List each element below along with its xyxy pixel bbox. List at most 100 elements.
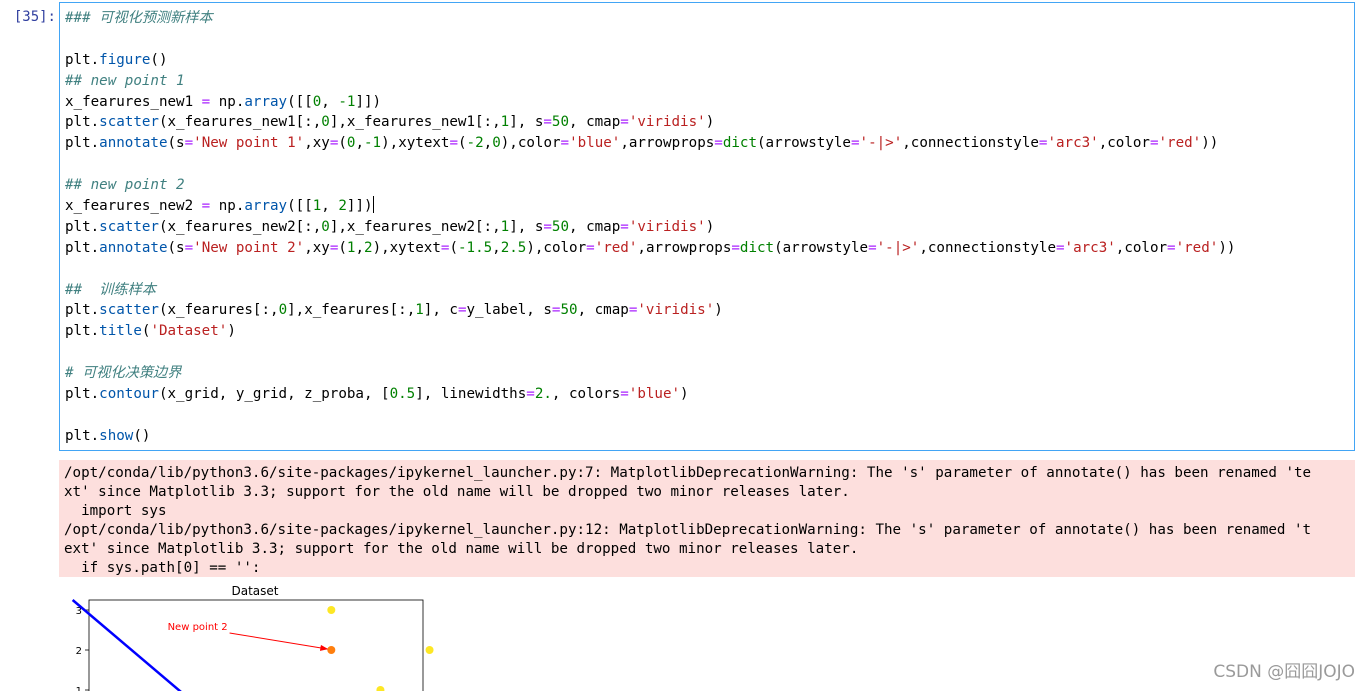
code-token: ],x_fearures_new1[:, bbox=[330, 114, 501, 130]
code-token: = bbox=[620, 114, 629, 130]
code-line[interactable] bbox=[65, 342, 1235, 363]
code-token: (s bbox=[168, 135, 185, 151]
code-token: array bbox=[244, 198, 287, 214]
code-line[interactable]: ### 可视化预测新样本 bbox=[65, 8, 1235, 29]
code-token: , bbox=[355, 240, 364, 256]
code-token: () bbox=[150, 52, 167, 68]
code-token: 'blue' bbox=[569, 135, 620, 151]
code-token: 'New point 2' bbox=[193, 240, 304, 256]
code-line[interactable]: plt.show() bbox=[65, 426, 1235, 447]
code-cell-editor[interactable]: ### 可视化预测新样本 plt.figure()## new point 1x… bbox=[59, 2, 1355, 451]
code-token: y_label, s bbox=[467, 302, 552, 318]
code-line[interactable]: plt.figure() bbox=[65, 50, 1235, 71]
code-line[interactable]: ## new point 2 bbox=[65, 175, 1235, 196]
code-token: -1 bbox=[338, 94, 355, 110]
chart-title: Dataset bbox=[232, 584, 279, 598]
code-line[interactable] bbox=[65, 405, 1235, 426]
code-token: 'Dataset' bbox=[150, 323, 227, 339]
code-token: ,xy bbox=[304, 135, 330, 151]
code-token: 'arc3' bbox=[1047, 135, 1098, 151]
code-line[interactable]: plt.title('Dataset') bbox=[65, 321, 1235, 342]
code-token: 2 bbox=[338, 198, 347, 214]
code-token: (x_fearures[:, bbox=[159, 302, 279, 318]
code-token: = bbox=[714, 135, 723, 151]
code-content[interactable]: ### 可视化预测新样本 plt.figure()## new point 1x… bbox=[65, 8, 1235, 447]
code-token: 2 bbox=[364, 240, 373, 256]
code-token: 0 bbox=[492, 135, 501, 151]
code-line[interactable]: # 可视化决策边界 bbox=[65, 363, 1235, 384]
code-token: = bbox=[185, 135, 194, 151]
code-token: ),xytext bbox=[381, 135, 449, 151]
code-token: (arrowstyle bbox=[757, 135, 851, 151]
code-token: 1 bbox=[415, 302, 424, 318]
stderr-line: if sys.path[0] == '': bbox=[64, 559, 1355, 578]
code-token: = bbox=[561, 135, 570, 151]
code-token: ], s bbox=[509, 114, 543, 130]
code-line[interactable]: ## 训练样本 bbox=[65, 280, 1235, 301]
code-line[interactable]: plt.scatter(x_fearures_new1[:,0],x_fearu… bbox=[65, 112, 1235, 133]
code-token: = bbox=[868, 240, 877, 256]
code-token: 50 bbox=[552, 219, 569, 235]
code-token: ([[ bbox=[287, 94, 313, 110]
code-token: ),color bbox=[526, 240, 586, 256]
code-token: ) bbox=[227, 323, 236, 339]
code-token: annotate bbox=[99, 240, 167, 256]
code-token: ,connectionstyle bbox=[919, 240, 1056, 256]
code-line[interactable]: plt.annotate(s='New point 1',xy=(0,-1),x… bbox=[65, 133, 1235, 154]
code-token: ], c bbox=[424, 302, 458, 318]
code-line[interactable]: plt.contour(x_grid, y_grid, z_proba, [0.… bbox=[65, 384, 1235, 405]
code-line[interactable] bbox=[65, 259, 1235, 280]
code-token: ( bbox=[338, 240, 347, 256]
code-line[interactable] bbox=[65, 29, 1235, 50]
code-token: array bbox=[244, 94, 287, 110]
code-line[interactable]: plt.scatter(x_fearures[:,0],x_fearures[:… bbox=[65, 300, 1235, 321]
code-token: plt. bbox=[65, 240, 99, 256]
code-line[interactable]: plt.scatter(x_fearures_new2[:,0],x_fearu… bbox=[65, 217, 1235, 238]
code-token: 0 bbox=[313, 94, 322, 110]
code-token: ( bbox=[449, 240, 458, 256]
scatter-point bbox=[327, 606, 335, 614]
code-token: = bbox=[202, 94, 211, 110]
code-token: 1 bbox=[501, 219, 510, 235]
code-token: ,color bbox=[1099, 135, 1150, 151]
code-token: 50 bbox=[560, 302, 577, 318]
code-token: figure bbox=[99, 52, 150, 68]
code-token: ,xy bbox=[304, 240, 330, 256]
code-token: , cmap bbox=[569, 114, 620, 130]
code-token: 'blue' bbox=[629, 386, 680, 402]
dataset-chart: Dataset 123 New point 2 bbox=[59, 581, 459, 691]
code-token: = bbox=[1150, 135, 1159, 151]
code-token: annotate bbox=[99, 135, 167, 151]
text-cursor bbox=[373, 196, 374, 213]
code-token: np. bbox=[210, 198, 244, 214]
plot-output: Dataset 123 New point 2 bbox=[59, 581, 459, 691]
code-line[interactable]: plt.annotate(s='New point 2',xy=(1,2),xy… bbox=[65, 238, 1235, 259]
code-token: (s bbox=[168, 240, 185, 256]
code-token: title bbox=[99, 323, 142, 339]
code-token: ) bbox=[680, 386, 689, 402]
code-token: contour bbox=[99, 386, 159, 402]
code-line[interactable]: x_fearures_new1 = np.array([[0, -1]]) bbox=[65, 92, 1235, 113]
csdn-watermark: CSDN @囧囧JOJO bbox=[1213, 657, 1355, 682]
code-token: 2.5 bbox=[501, 240, 527, 256]
code-token: 0 bbox=[321, 114, 330, 130]
code-token: dict bbox=[740, 240, 774, 256]
code-token: -2 bbox=[467, 135, 484, 151]
code-token: 2. bbox=[535, 386, 552, 402]
code-line[interactable]: x_fearures_new2 = np.array([[1, 2]]) bbox=[65, 196, 1235, 217]
code-token: 0 bbox=[279, 302, 288, 318]
code-token: 0 bbox=[321, 219, 330, 235]
code-token: plt. bbox=[65, 428, 99, 444]
code-token: , bbox=[321, 198, 338, 214]
code-token: = bbox=[202, 198, 211, 214]
code-token: = bbox=[851, 135, 860, 151]
code-token: ### 可视化预测新样本 bbox=[65, 10, 213, 26]
code-token: plt. bbox=[65, 114, 99, 130]
code-token: plt. bbox=[65, 52, 99, 68]
code-token: = bbox=[731, 240, 740, 256]
code-token: ) bbox=[706, 219, 715, 235]
code-token: ) bbox=[714, 302, 723, 318]
code-line[interactable]: ## new point 1 bbox=[65, 71, 1235, 92]
code-line[interactable] bbox=[65, 154, 1235, 175]
code-token: ],x_fearures_new2[:, bbox=[330, 219, 501, 235]
